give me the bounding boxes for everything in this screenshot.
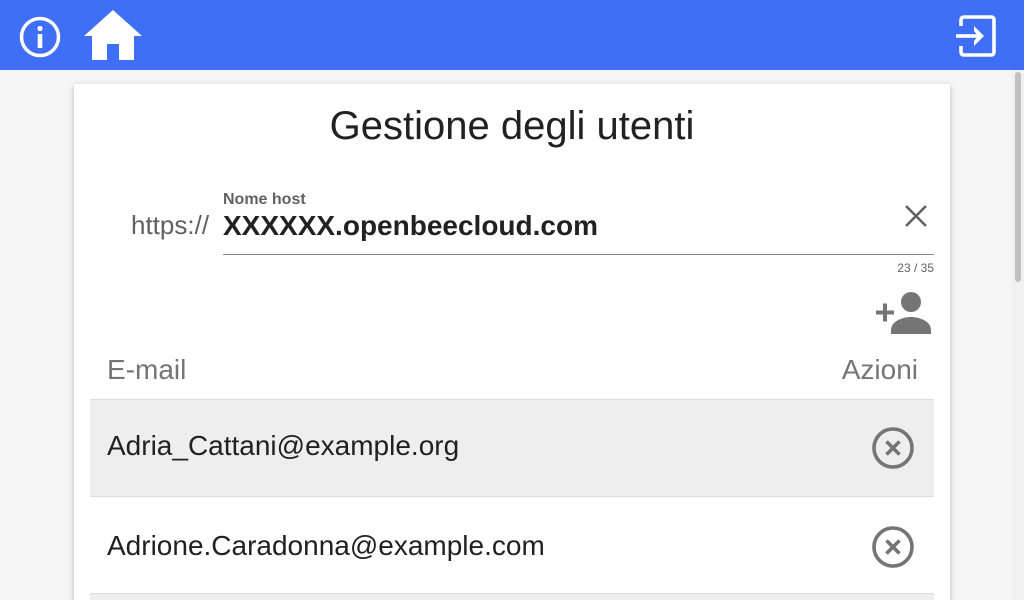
clear-host-button[interactable] [900,200,932,232]
home-button[interactable] [82,8,144,62]
home-icon [84,10,142,60]
remove-circle-icon [872,427,914,469]
host-input[interactable] [223,206,893,246]
remove-user-button[interactable] [870,425,916,471]
close-icon [905,205,927,227]
table-row: Adria_Cattani@example.org [90,399,934,497]
remove-circle-icon [872,526,914,568]
app-bar [0,0,1024,70]
remove-user-button[interactable] [870,524,916,570]
add-user-icon [876,292,931,334]
host-prefix: https:// [131,210,210,240]
logout-button[interactable] [952,12,1000,60]
page-title: Gestione degli utenti [329,104,695,148]
scrollbar[interactable] [1012,70,1024,600]
column-header-actions: Azioni [841,354,918,385]
add-user-button[interactable] [872,290,934,338]
user-email: Adrione.Caradonna@example.com [107,530,545,561]
info-button[interactable] [18,15,62,59]
user-email: Adria_Cattani@example.org [107,430,460,461]
logout-icon [956,15,996,57]
table-row [90,593,934,600]
character-counter: 23 / 35 [897,261,934,275]
info-icon [19,16,61,58]
host-field-underline [223,254,934,255]
column-header-email: E-mail [107,354,187,385]
table-row: Adrione.Caradonna@example.com [90,496,934,594]
